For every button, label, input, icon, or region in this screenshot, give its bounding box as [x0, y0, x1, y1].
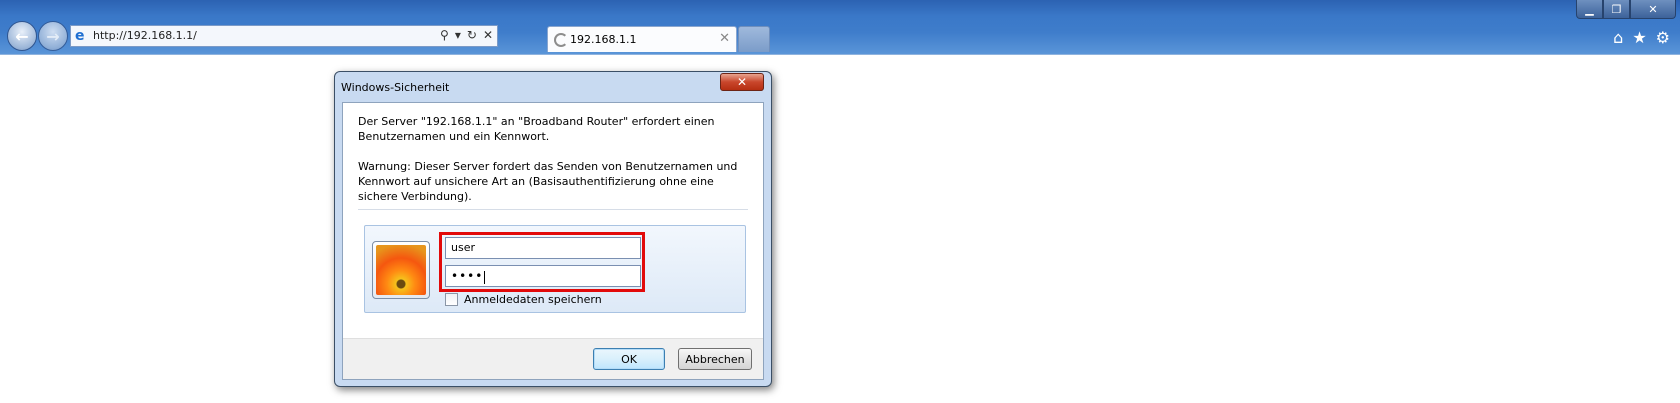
minimize-button[interactable]: ▁ [1576, 0, 1603, 19]
address-tools: ⚲ ▾ ↻ ✕ [440, 28, 493, 42]
close-window-button[interactable]: ✕ [1630, 0, 1676, 19]
remember-credentials-row[interactable]: Anmeldedaten speichern [445, 293, 602, 306]
home-icon[interactable]: ⌂ [1613, 28, 1623, 47]
address-bar[interactable]: e http://192.168.1.1/ ⚲ ▾ ↻ ✕ [70, 25, 498, 47]
dialog-content: Der Server "192.168.1.1" an "Broadband R… [342, 102, 764, 380]
windows-security-dialog: Windows-Sicherheit ✕ Der Server "192.168… [334, 71, 772, 387]
credential-tile: user •••• Anmeldedaten speichern [364, 225, 746, 313]
remember-checkbox[interactable] [445, 293, 458, 306]
forward-button[interactable]: → [38, 21, 68, 51]
ok-button[interactable]: OK [593, 348, 665, 370]
ie-page-icon: e [75, 28, 85, 44]
username-field[interactable]: user [445, 237, 641, 259]
favorites-star-icon[interactable]: ★ [1632, 28, 1646, 47]
arrow-right-icon: → [46, 26, 60, 46]
password-field[interactable]: •••• [445, 265, 641, 287]
maximize-button[interactable]: ❐ [1603, 0, 1630, 19]
divider [358, 209, 748, 210]
password-value: •••• [451, 269, 484, 283]
search-icon[interactable]: ⚲ [440, 28, 449, 42]
tab-close-icon[interactable]: ✕ [719, 31, 730, 46]
username-value: user [451, 241, 475, 254]
address-url[interactable]: http://192.168.1.1/ [93, 29, 197, 42]
flower-avatar-icon [376, 245, 426, 295]
browser-toolbar: ▁ ❐ ✕ ← → e http://192.168.1.1/ ⚲ ▾ ↻ ✕ … [0, 0, 1680, 55]
server-message: Der Server "192.168.1.1" an "Broadband R… [358, 115, 715, 143]
gear-icon[interactable]: ⚙ [1656, 28, 1670, 47]
remember-label: Anmeldedaten speichern [464, 293, 602, 306]
tab-current[interactable]: 192.168.1.1 ✕ [547, 26, 737, 52]
security-warning: Warnung: Dieser Server fordert das Sende… [358, 160, 738, 203]
arrow-left-icon: ← [15, 26, 29, 46]
user-avatar [372, 241, 430, 299]
command-icons: ⌂ ★ ⚙ [1613, 28, 1670, 47]
new-tab-button[interactable] [738, 26, 770, 52]
chevron-down-icon[interactable]: ▾ [455, 28, 461, 42]
dialog-footer: OK Abbrechen [343, 338, 763, 379]
text-caret [484, 270, 486, 284]
tab-title: 192.168.1.1 [570, 33, 637, 46]
back-button[interactable]: ← [7, 21, 37, 51]
dialog-close-button[interactable]: ✕ [720, 73, 764, 91]
stop-icon[interactable]: ✕ [483, 28, 493, 42]
dialog-title: Windows-Sicherheit [341, 81, 450, 94]
refresh-icon[interactable]: ↻ [467, 28, 477, 42]
loading-spinner-icon [554, 33, 568, 47]
cancel-button[interactable]: Abbrechen [678, 348, 752, 370]
window-controls: ▁ ❐ ✕ [1576, 0, 1676, 19]
